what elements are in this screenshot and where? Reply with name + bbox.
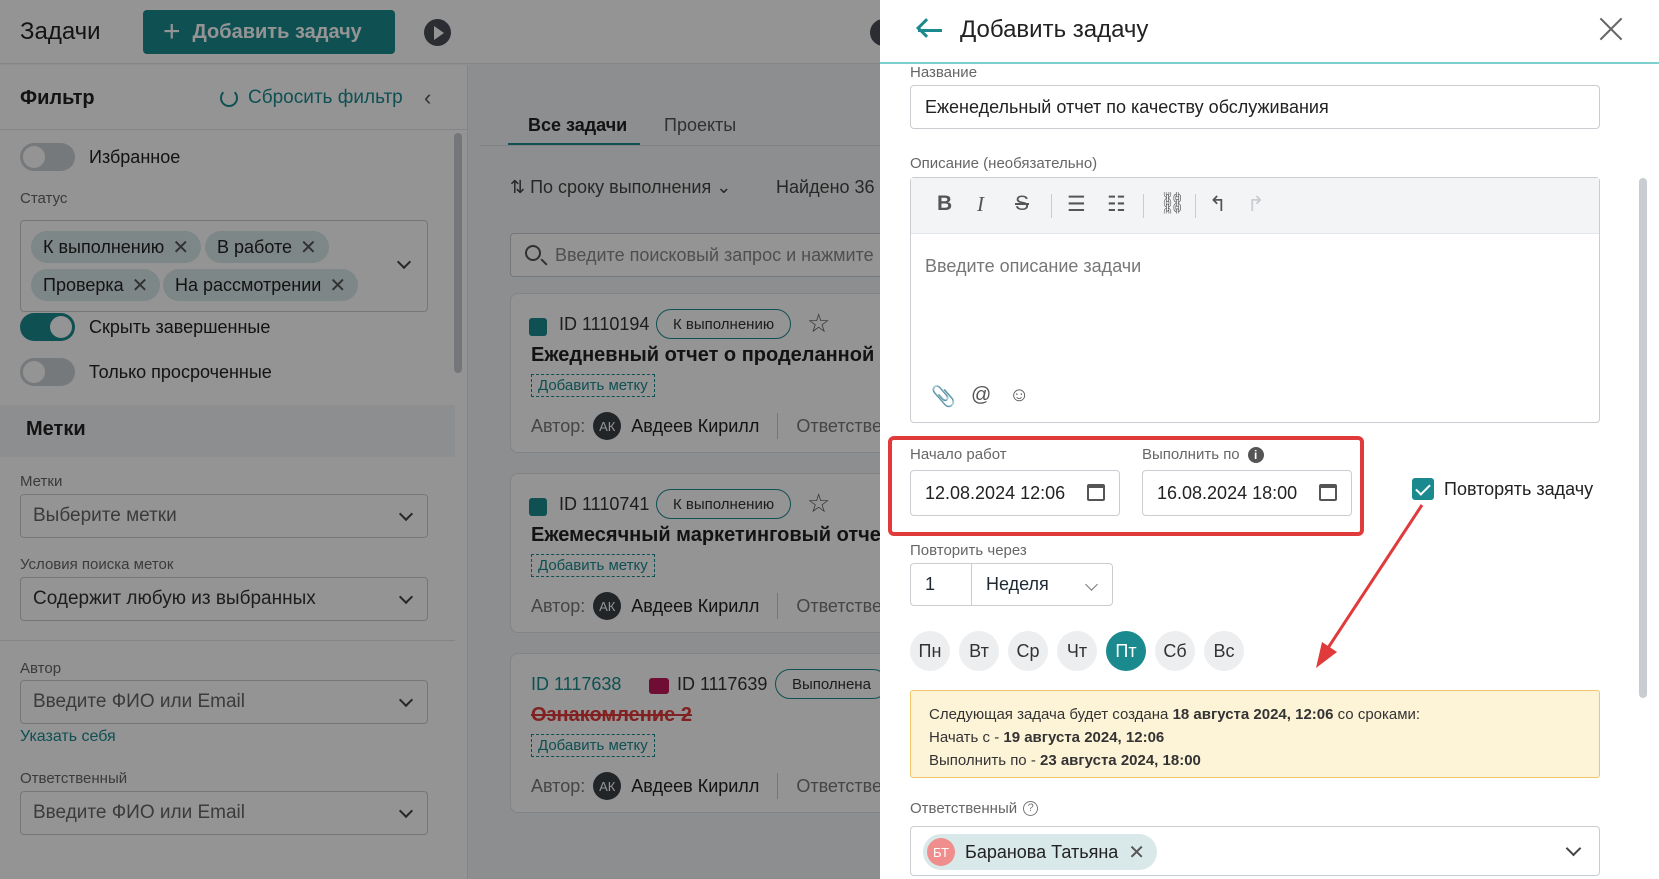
responsible-label: Ответственный <box>910 800 1018 817</box>
start-date-field[interactable]: 12.08.2024 12:06 <box>910 470 1120 516</box>
close-icon[interactable]: ✕ <box>1128 840 1145 865</box>
undo-icon[interactable]: ↰ <box>1209 192 1227 217</box>
notice-text: со сроками: <box>1333 706 1421 723</box>
weekday-button[interactable]: Вс <box>1204 631 1244 671</box>
repeat-task-checkbox-row[interactable]: Повторять задачу <box>1412 478 1593 500</box>
add-task-panel: Добавить задачу Название Еженедельный от… <box>880 0 1659 879</box>
weekday-button[interactable]: Сб <box>1155 631 1195 671</box>
due-label: Выполнить по <box>1142 446 1240 463</box>
redo-icon[interactable]: ↱ <box>1247 192 1265 217</box>
arrow-left-icon[interactable] <box>916 16 944 44</box>
task-name-value: Еженедельный отчет по качеству обслужива… <box>925 96 1329 117</box>
description-label: Описание (необязательно) <box>910 155 1098 172</box>
notice-date: 18 августа 2024, 12:06 <box>1172 706 1334 723</box>
calendar-icon[interactable] <box>1319 484 1337 501</box>
notice-date: 19 августа 2024, 12:06 <box>1003 729 1165 746</box>
calendar-icon[interactable] <box>1087 484 1105 501</box>
panel-header: Добавить задачу <box>880 0 1659 64</box>
start-label: Начало работ <box>910 446 1007 463</box>
question-icon[interactable]: ? <box>1023 801 1039 816</box>
chevron-down-icon <box>1085 578 1098 591</box>
repeat-every-label: Повторить через <box>910 542 1027 559</box>
name-label: Название <box>910 64 978 81</box>
repeat-task-label: Повторять задачу <box>1444 478 1594 499</box>
description-editor[interactable]: B I S ☰ ☷ ⛓ ↰ ↱ Введите описание задачи … <box>910 177 1600 423</box>
weekday-button[interactable]: Вт <box>959 631 999 671</box>
editor-toolbar: B I S ☰ ☷ ⛓ ↰ ↱ <box>911 178 1599 234</box>
notice-line: Следующая задача будет создана 18 август… <box>929 703 1581 726</box>
responsible-name: Баранова Татьяна <box>965 841 1119 862</box>
mention-icon[interactable]: @ <box>971 384 991 407</box>
repeat-task-checkbox[interactable] <box>1412 478 1434 500</box>
info-icon[interactable]: i <box>1247 446 1264 463</box>
numbered-list-icon[interactable]: ☷ <box>1107 192 1126 217</box>
weekday-button[interactable]: Чт <box>1057 631 1097 671</box>
notice-text: Следующая задача будет создана <box>929 706 1173 723</box>
responsible-chip[interactable]: БТ Баранова Татьяна ✕ <box>923 834 1158 870</box>
weekday-button-selected[interactable]: Пт <box>1106 631 1146 671</box>
weekday-button[interactable]: Ср <box>1008 631 1048 671</box>
panel-title: Добавить задачу <box>960 16 1149 43</box>
chevron-down-icon[interactable] <box>1565 840 1582 857</box>
repeat-interval-input[interactable]: 1 <box>910 563 972 606</box>
start-date-value: 12.08.2024 12:06 <box>925 482 1066 503</box>
paperclip-icon[interactable]: 📎 <box>931 384 956 409</box>
close-icon[interactable] <box>1596 14 1626 44</box>
due-date-value: 16.08.2024 18:00 <box>1157 482 1298 503</box>
next-task-notice: Следующая задача будет создана 18 август… <box>910 690 1600 778</box>
task-name-field[interactable]: Еженедельный отчет по качеству обслужива… <box>910 85 1600 129</box>
notice-line: Начать с - 19 августа 2024, 12:06 <box>929 726 1581 749</box>
panel-scrollbar[interactable] <box>1639 178 1647 698</box>
due-label-row: Выполнить по i <box>1142 446 1264 463</box>
responsible-label-row: Ответственный ? <box>910 800 1039 817</box>
divider <box>1195 194 1196 218</box>
link-icon[interactable]: ⛓ <box>1159 192 1186 216</box>
repeat-unit-select[interactable]: Неделя <box>971 563 1113 606</box>
italic-icon[interactable]: I <box>977 192 984 217</box>
description-placeholder: Введите описание задачи <box>925 256 1142 276</box>
due-date-field[interactable]: 16.08.2024 18:00 <box>1142 470 1352 516</box>
repeat-interval-value: 1 <box>925 574 936 594</box>
bold-icon[interactable]: B <box>937 192 952 216</box>
responsible-select[interactable]: БТ Баранова Татьяна ✕ <box>910 826 1600 876</box>
weekday-button[interactable]: Пн <box>910 631 950 671</box>
notice-date: 23 августа 2024, 18:00 <box>1039 752 1201 769</box>
bullet-list-icon[interactable]: ☰ <box>1067 192 1086 217</box>
divider <box>1051 194 1052 218</box>
avatar: БТ <box>927 838 955 866</box>
notice-line: Выполнить по - 23 августа 2024, 18:00 <box>929 749 1581 772</box>
app-window: Задачи + Добавить задачу Фильтр Сбросить… <box>0 0 1659 879</box>
emoji-icon[interactable]: ☺ <box>1009 384 1029 407</box>
divider <box>1143 194 1144 218</box>
modal-overlay[interactable] <box>0 0 900 879</box>
strikethrough-icon[interactable]: S <box>1015 192 1029 216</box>
notice-text: Начать с - <box>929 729 1004 746</box>
repeat-unit-value: Неделя <box>986 574 1049 594</box>
notice-text: Выполнить по - <box>929 752 1040 769</box>
